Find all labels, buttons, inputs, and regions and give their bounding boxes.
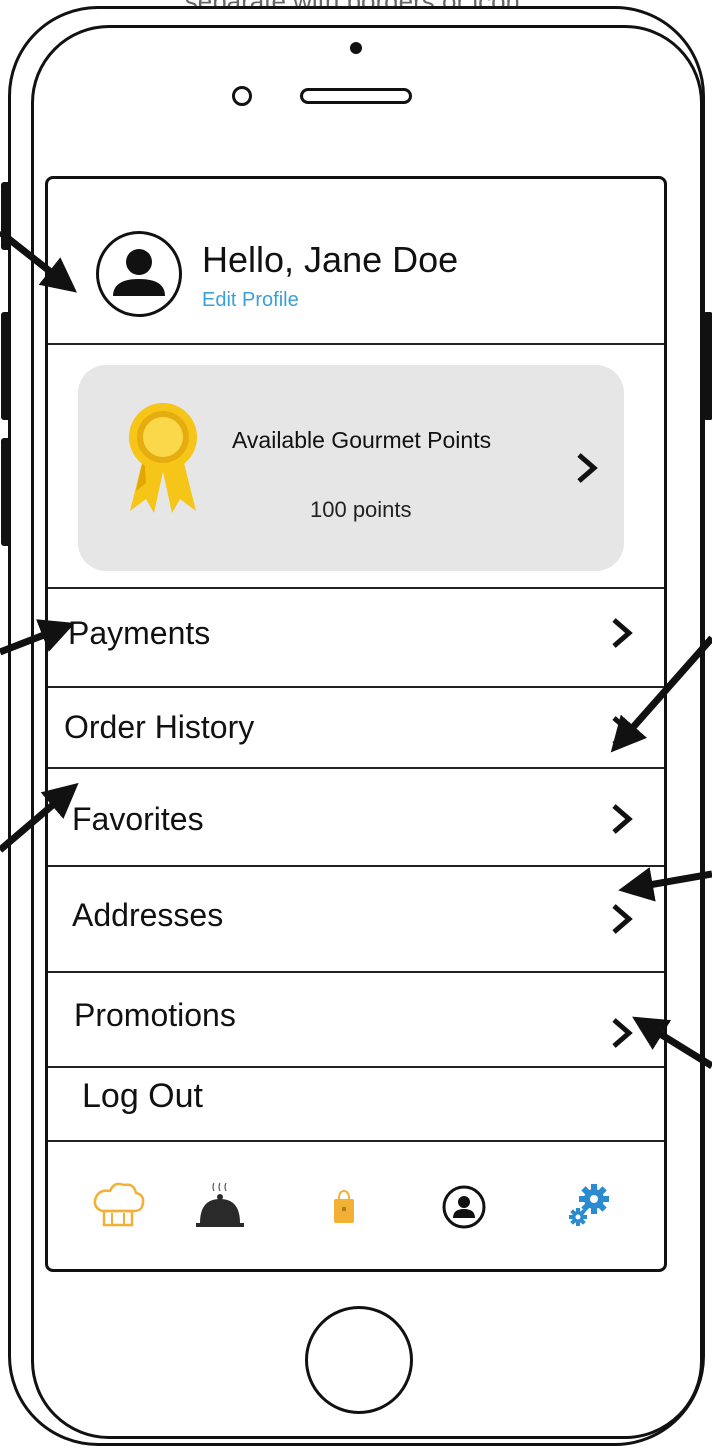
menu-item-order-history[interactable]: Order History	[64, 709, 254, 746]
menu-item-payments[interactable]: Payments	[68, 615, 210, 652]
award-ribbon-icon	[129, 403, 197, 513]
profile-header: Hello, Jane Doe Edit Profile	[96, 231, 616, 323]
divider	[48, 343, 664, 345]
food-cloche-icon[interactable]	[190, 1177, 250, 1237]
home-button	[305, 1306, 413, 1414]
mockup-canvas: separate with borders or icon. Hello, Ja…	[0, 0, 712, 1449]
gourmet-points-card[interactable]: Available Gourmet Points 100 points	[78, 365, 624, 571]
chevron-right-icon[interactable]	[610, 715, 634, 747]
divider	[48, 686, 664, 688]
user-icon	[113, 249, 165, 296]
camera-dot	[350, 42, 362, 54]
chevron-right-icon[interactable]	[610, 617, 634, 649]
power-button	[703, 312, 712, 420]
mute-switch	[1, 182, 11, 250]
divider	[48, 1140, 664, 1142]
earpiece-speaker	[300, 88, 412, 104]
app-screen: Hello, Jane Doe Edit Profile Available G…	[45, 176, 667, 1272]
divider	[48, 767, 664, 769]
chevron-right-icon[interactable]	[610, 903, 634, 935]
divider	[48, 1066, 664, 1068]
edit-profile-link[interactable]: Edit Profile	[202, 289, 299, 312]
bottom-tab-bar	[48, 1141, 664, 1269]
logout-button[interactable]: Log Out	[82, 1077, 203, 1116]
shopping-bag-icon[interactable]	[314, 1177, 374, 1237]
menu-item-addresses[interactable]: Addresses	[72, 897, 223, 934]
menu-item-favorites[interactable]: Favorites	[72, 801, 204, 838]
chef-hat-icon[interactable]	[88, 1177, 148, 1237]
points-value: 100 points	[310, 497, 412, 522]
menu-item-promotions[interactable]: Promotions	[74, 997, 236, 1034]
volume-down-button	[1, 438, 11, 546]
greeting-text: Hello, Jane Doe	[202, 239, 459, 280]
volume-up-button	[1, 312, 11, 420]
divider	[48, 587, 664, 589]
divider	[48, 865, 664, 867]
chevron-right-icon[interactable]	[610, 803, 634, 835]
points-title: Available Gourmet Points	[232, 427, 492, 453]
avatar[interactable]	[96, 231, 182, 317]
chevron-right-icon[interactable]	[610, 1017, 634, 1049]
profile-icon[interactable]	[434, 1177, 494, 1237]
front-camera	[232, 86, 252, 106]
gear-icon[interactable]	[558, 1177, 618, 1237]
chevron-right-icon	[577, 453, 598, 483]
divider	[48, 971, 664, 973]
